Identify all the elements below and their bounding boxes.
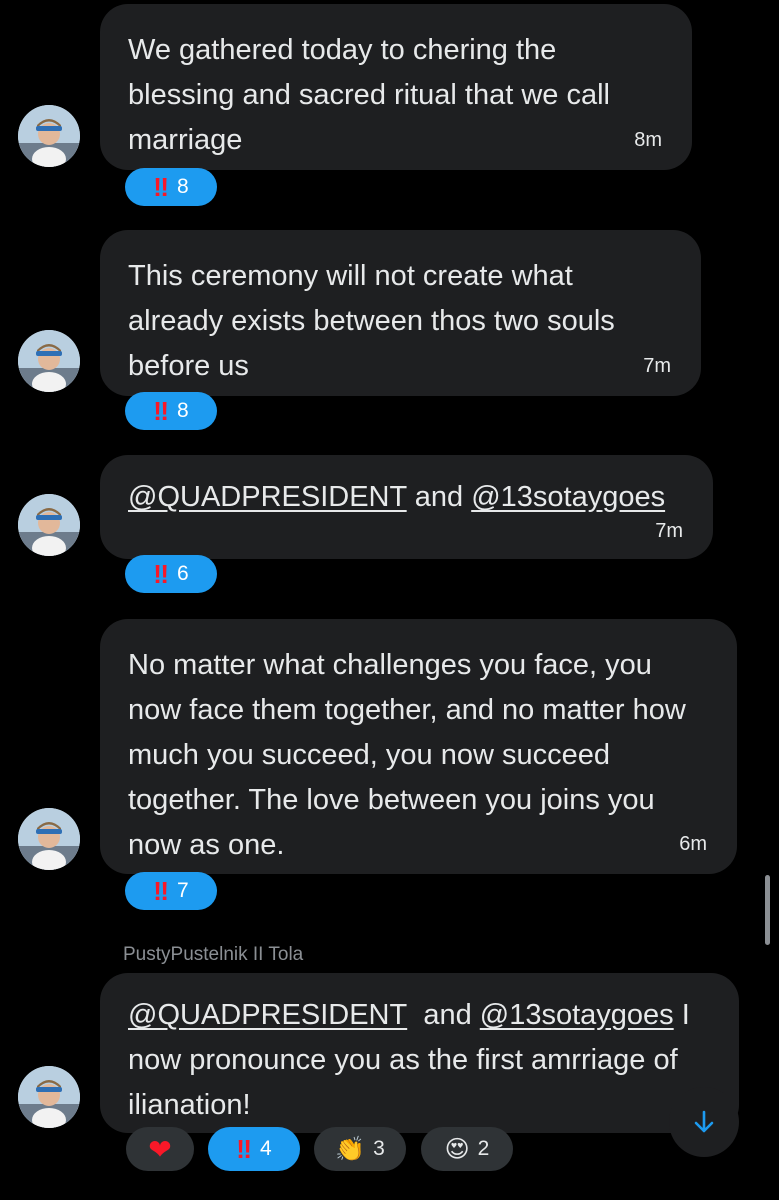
reaction-pill[interactable]: ‼ 4 <box>208 1127 300 1171</box>
reaction-count: 2 <box>477 1137 490 1160</box>
message-time: 8m <box>634 129 662 151</box>
message-bubble[interactable]: @QUADPRESIDENT and @13sotaygoes 7m <box>100 455 713 559</box>
mention-link[interactable]: @QUADPRESIDENT <box>128 481 407 513</box>
message-text: No matter what challenges you face, you … <box>128 649 686 861</box>
heart-icon: ❤ <box>148 1133 172 1165</box>
mention-link[interactable]: @13sotaygoes <box>471 481 665 513</box>
heart-eyes-icon: 😍 <box>444 1135 470 1163</box>
message-bubble[interactable]: We gathered today to chering the blessin… <box>100 4 692 170</box>
avatar-image <box>18 330 80 392</box>
scrollbar[interactable] <box>765 875 770 945</box>
message-text: @QUADPRESIDENT and @13sotaygoes <box>128 475 685 520</box>
message-bubble[interactable]: @QUADPRESIDENT and @13sotaygoes I now pr… <box>100 973 739 1133</box>
conjunction-text: and <box>423 999 472 1031</box>
message-text: We gathered today to chering the blessin… <box>128 34 610 156</box>
double-exclamation-icon: ‼ <box>153 875 169 906</box>
reaction-count: 3 <box>373 1137 385 1160</box>
message-time: 6m <box>679 833 707 855</box>
reaction-pill[interactable]: ‼ 7 <box>125 872 217 910</box>
mention-link[interactable]: @13sotaygoes <box>480 999 674 1031</box>
message-text: @QUADPRESIDENT and @13sotaygoes I now pr… <box>128 993 711 1128</box>
double-exclamation-icon: ‼ <box>153 558 169 589</box>
reaction-count: 8 <box>177 399 189 422</box>
reaction-count: 4 <box>260 1137 272 1160</box>
avatar[interactable] <box>18 105 80 167</box>
reaction-pill[interactable]: 👏 3 <box>314 1127 406 1171</box>
conjunction-text: and <box>414 481 464 513</box>
sender-name: PustyPustelnik II Tola <box>123 944 304 965</box>
arrow-down-icon <box>694 1110 714 1133</box>
mention-link[interactable]: @QUADPRESIDENT <box>128 999 407 1031</box>
avatar-image <box>18 1066 80 1128</box>
avatar[interactable] <box>18 808 80 870</box>
message-time: 7m <box>643 355 671 377</box>
reaction-pill[interactable]: ‼ 8 <box>125 392 217 430</box>
avatar-image <box>18 105 80 167</box>
message-text: This ceremony will not create what alrea… <box>128 260 615 382</box>
message-bubble[interactable]: This ceremony will not create what alrea… <box>100 230 701 396</box>
reaction-count: 8 <box>177 175 189 198</box>
avatar-image <box>18 808 80 870</box>
avatar-image <box>18 494 80 556</box>
double-exclamation-icon: ‼ <box>153 395 169 426</box>
double-exclamation-icon: ‼ <box>153 171 169 202</box>
double-exclamation-icon: ‼ <box>236 1133 252 1164</box>
reaction-pill[interactable]: ❤ <box>126 1127 194 1171</box>
reaction-pill[interactable]: ‼ 8 <box>125 168 217 206</box>
reaction-pill[interactable]: ‼ 6 <box>125 555 217 593</box>
message-time: 7m <box>655 520 683 542</box>
avatar[interactable] <box>18 1066 80 1128</box>
scroll-down-button[interactable] <box>669 1087 739 1157</box>
reaction-count: 6 <box>177 562 189 585</box>
reaction-pill[interactable]: 😍 2 <box>421 1127 513 1171</box>
reaction-count: 7 <box>177 879 189 902</box>
avatar[interactable] <box>18 494 80 556</box>
avatar[interactable] <box>18 330 80 392</box>
message-bubble[interactable]: No matter what challenges you face, you … <box>100 619 737 874</box>
clapping-hands-icon: 👏 <box>335 1135 366 1163</box>
